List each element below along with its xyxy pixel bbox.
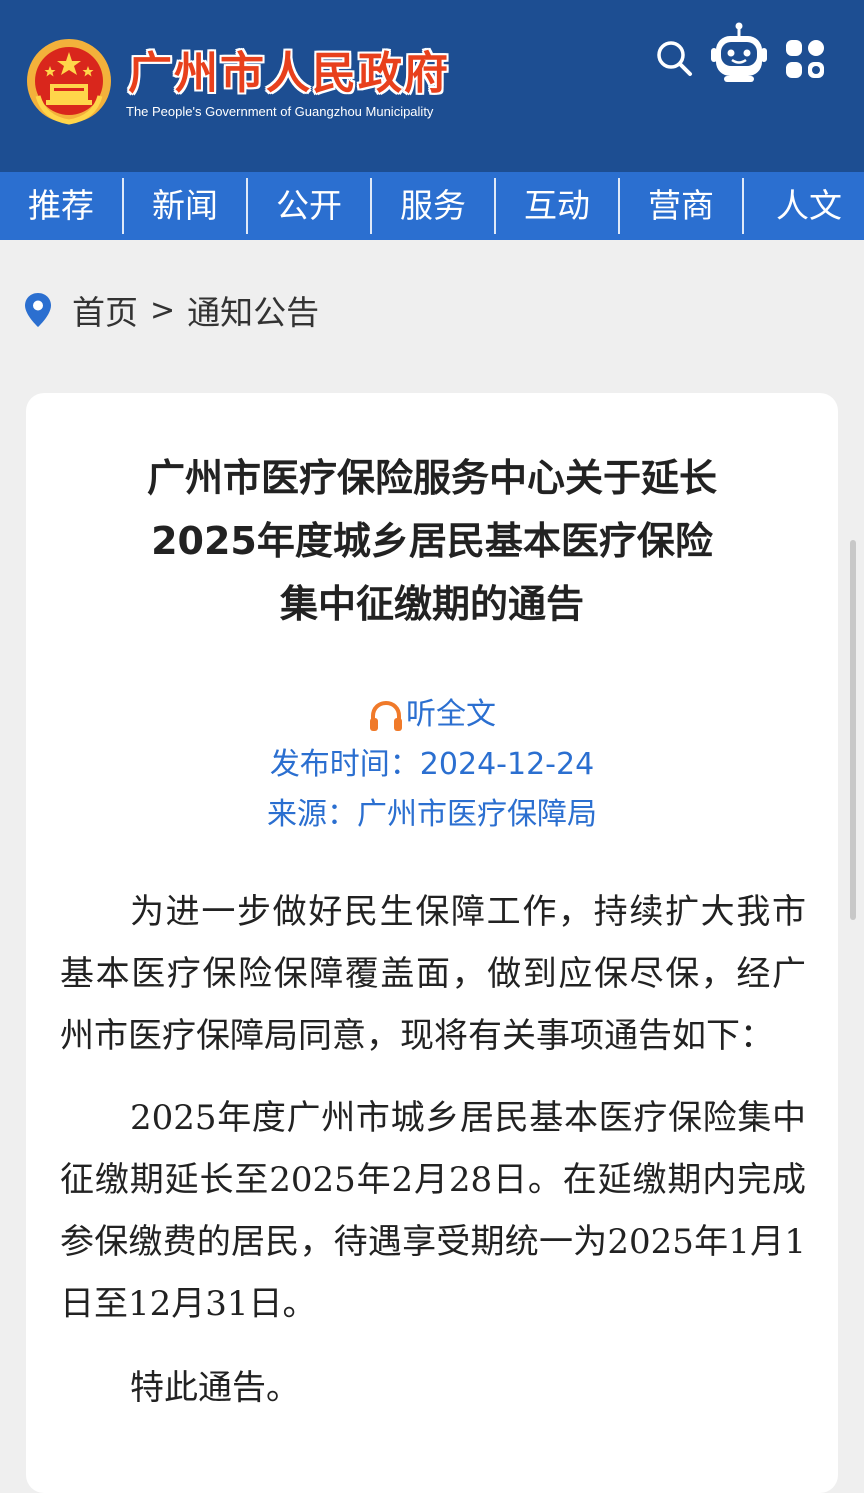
headphones-icon xyxy=(370,700,402,731)
nav-item-public[interactable]: 公开 xyxy=(248,178,372,234)
breadcrumb: 首页 > 通知公告 xyxy=(24,284,319,336)
site-header: 广州市人民政府 The People's Government of Guang… xyxy=(0,0,864,172)
listen-full-text-button[interactable]: 听全文 xyxy=(26,693,838,737)
breadcrumb-separator: > xyxy=(150,292,176,328)
site-subtitle: The People's Government of Guangzhou Mun… xyxy=(126,104,434,119)
main-nav: 推荐 新闻 公开 服务 互动 营商 人文 xyxy=(0,172,864,240)
breadcrumb-current[interactable]: 通知公告 xyxy=(187,286,319,334)
location-pin-icon xyxy=(25,293,51,327)
nav-item-culture[interactable]: 人文 xyxy=(744,178,864,234)
nav-item-business[interactable]: 营商 xyxy=(620,178,744,234)
robot-assistant-icon[interactable] xyxy=(710,22,768,86)
listen-label: 听全文 xyxy=(406,697,496,732)
page-scrollbar[interactable] xyxy=(850,540,856,920)
article-source: 来源：广州市医疗保障局 xyxy=(267,797,597,832)
article-title-line: 2025年度城乡居民基本医疗保险 xyxy=(151,519,713,563)
nav-item-news[interactable]: 新闻 xyxy=(124,178,248,234)
article-card: 广州市医疗保险服务中心关于延长 2025年度城乡居民基本医疗保险 集中征缴期的通… xyxy=(26,393,838,1493)
nav-item-recommend[interactable]: 推荐 xyxy=(0,178,124,234)
apps-grid-icon[interactable] xyxy=(784,38,826,80)
nav-item-services[interactable]: 服务 xyxy=(372,178,496,234)
search-icon[interactable] xyxy=(654,38,694,78)
article-title-line: 集中征缴期的通告 xyxy=(279,582,584,626)
breadcrumb-home-link[interactable]: 首页 xyxy=(72,286,138,334)
article-title: 广州市医疗保险服务中心关于延长 2025年度城乡居民基本医疗保险 集中征缴期的通… xyxy=(26,447,838,636)
article-title-line: 广州市医疗保险服务中心关于延长 xyxy=(146,456,717,500)
nav-item-interaction[interactable]: 互动 xyxy=(496,178,620,234)
emblem-icon xyxy=(27,39,111,125)
article-paragraph: 2025年度广州市城乡居民基本医疗保险集中征缴期延长至2025年2月28日。在延… xyxy=(60,1098,806,1324)
article-paragraph: 特此通告。 xyxy=(130,1368,300,1408)
site-title: 广州市人民政府 xyxy=(128,48,450,99)
publish-date: 发布时间：2024-12-24 xyxy=(269,747,595,782)
article-paragraph: 为进一步做好民生保障工作，持续扩大我市基本医疗保险保障覆盖面，做到应保尽保，经广… xyxy=(60,892,806,1056)
